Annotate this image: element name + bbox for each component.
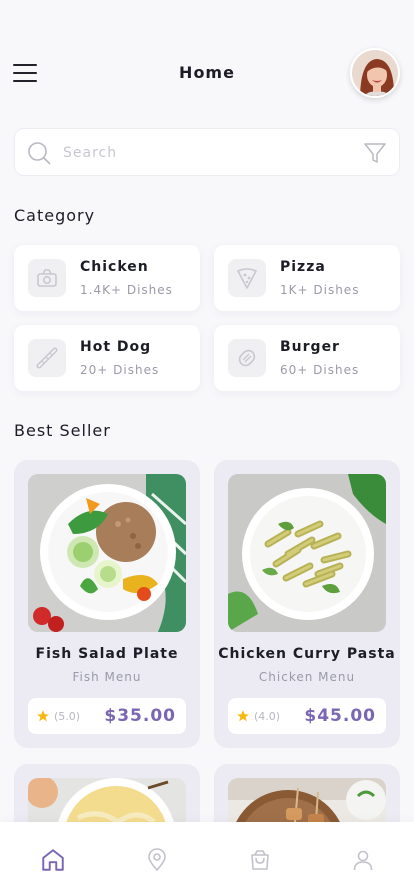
search-input[interactable] (63, 141, 353, 165)
product-price: $45.00 (304, 706, 376, 726)
nav-location[interactable] (143, 846, 171, 874)
app-header: Home (0, 46, 414, 102)
category-count: 1K+ Dishes (280, 283, 360, 297)
user-avatar[interactable] (350, 48, 400, 98)
category-name: Hot Dog (80, 339, 152, 355)
product-image (28, 474, 186, 632)
product-menu: Chicken Menu (258, 670, 356, 684)
category-icon-box (28, 339, 66, 377)
product-price: $35.00 (104, 706, 176, 726)
category-card-chicken[interactable]: Chicken 1.4K+ Dishes (14, 245, 200, 311)
product-menu: Fish Menu (72, 670, 142, 684)
avatar-portrait-icon (352, 50, 398, 96)
price-pill: (4.0) $45.00 (228, 698, 386, 734)
location-icon (148, 848, 166, 872)
price-pill: (5.0) $35.00 (28, 698, 186, 734)
category-count: 1.4K+ Dishes (80, 283, 173, 297)
burger-icon (238, 349, 256, 367)
nav-profile[interactable] (349, 846, 377, 874)
product-rating: (5.0) (54, 710, 81, 723)
category-card-pizza[interactable]: Pizza 1K+ Dishes (214, 245, 400, 311)
shopping-bag-icon (251, 850, 269, 870)
product-rating: (4.0) (254, 710, 281, 723)
profile-icon (353, 850, 373, 871)
best-seller-section-title: Best Seller (14, 421, 111, 440)
category-icon-box (28, 259, 66, 297)
pasta-plate-image (228, 474, 386, 632)
category-name: Burger (280, 339, 340, 355)
star-icon (37, 710, 49, 722)
category-section-title: Category (14, 206, 96, 225)
category-card-hot-dog[interactable]: Hot Dog 20+ Dishes (14, 325, 200, 391)
product-name: Chicken Curry Pasta (218, 646, 396, 662)
product-card-fish-salad[interactable]: Fish Salad Plate Fish Menu (5.0) $35.00 (14, 460, 200, 748)
product-card-chicken-curry-pasta[interactable]: Chicken Curry Pasta Chicken Menu (4.0) $… (214, 460, 400, 748)
home-icon (42, 849, 64, 871)
pizza-icon (237, 268, 257, 289)
category-icon-box (228, 339, 266, 377)
category-name: Chicken (80, 259, 149, 275)
product-name: Fish Salad Plate (35, 646, 179, 662)
category-card-burger[interactable]: Burger 60+ Dishes (214, 325, 400, 391)
category-icon-box (228, 259, 266, 297)
product-image (228, 474, 386, 632)
nav-home[interactable] (39, 846, 67, 874)
chicken-icon (37, 269, 57, 287)
salad-plate-image (28, 474, 186, 632)
star-icon (237, 710, 249, 722)
category-name: Pizza (280, 259, 326, 275)
category-count: 20+ Dishes (80, 363, 160, 377)
nav-shopping-bag[interactable] (246, 846, 274, 874)
category-count: 60+ Dishes (280, 363, 360, 377)
hot-dog-icon (36, 347, 58, 369)
search-bar (14, 128, 400, 176)
bottom-navigation (0, 822, 414, 896)
search-icon (28, 142, 51, 165)
filter-icon[interactable] (363, 141, 387, 165)
